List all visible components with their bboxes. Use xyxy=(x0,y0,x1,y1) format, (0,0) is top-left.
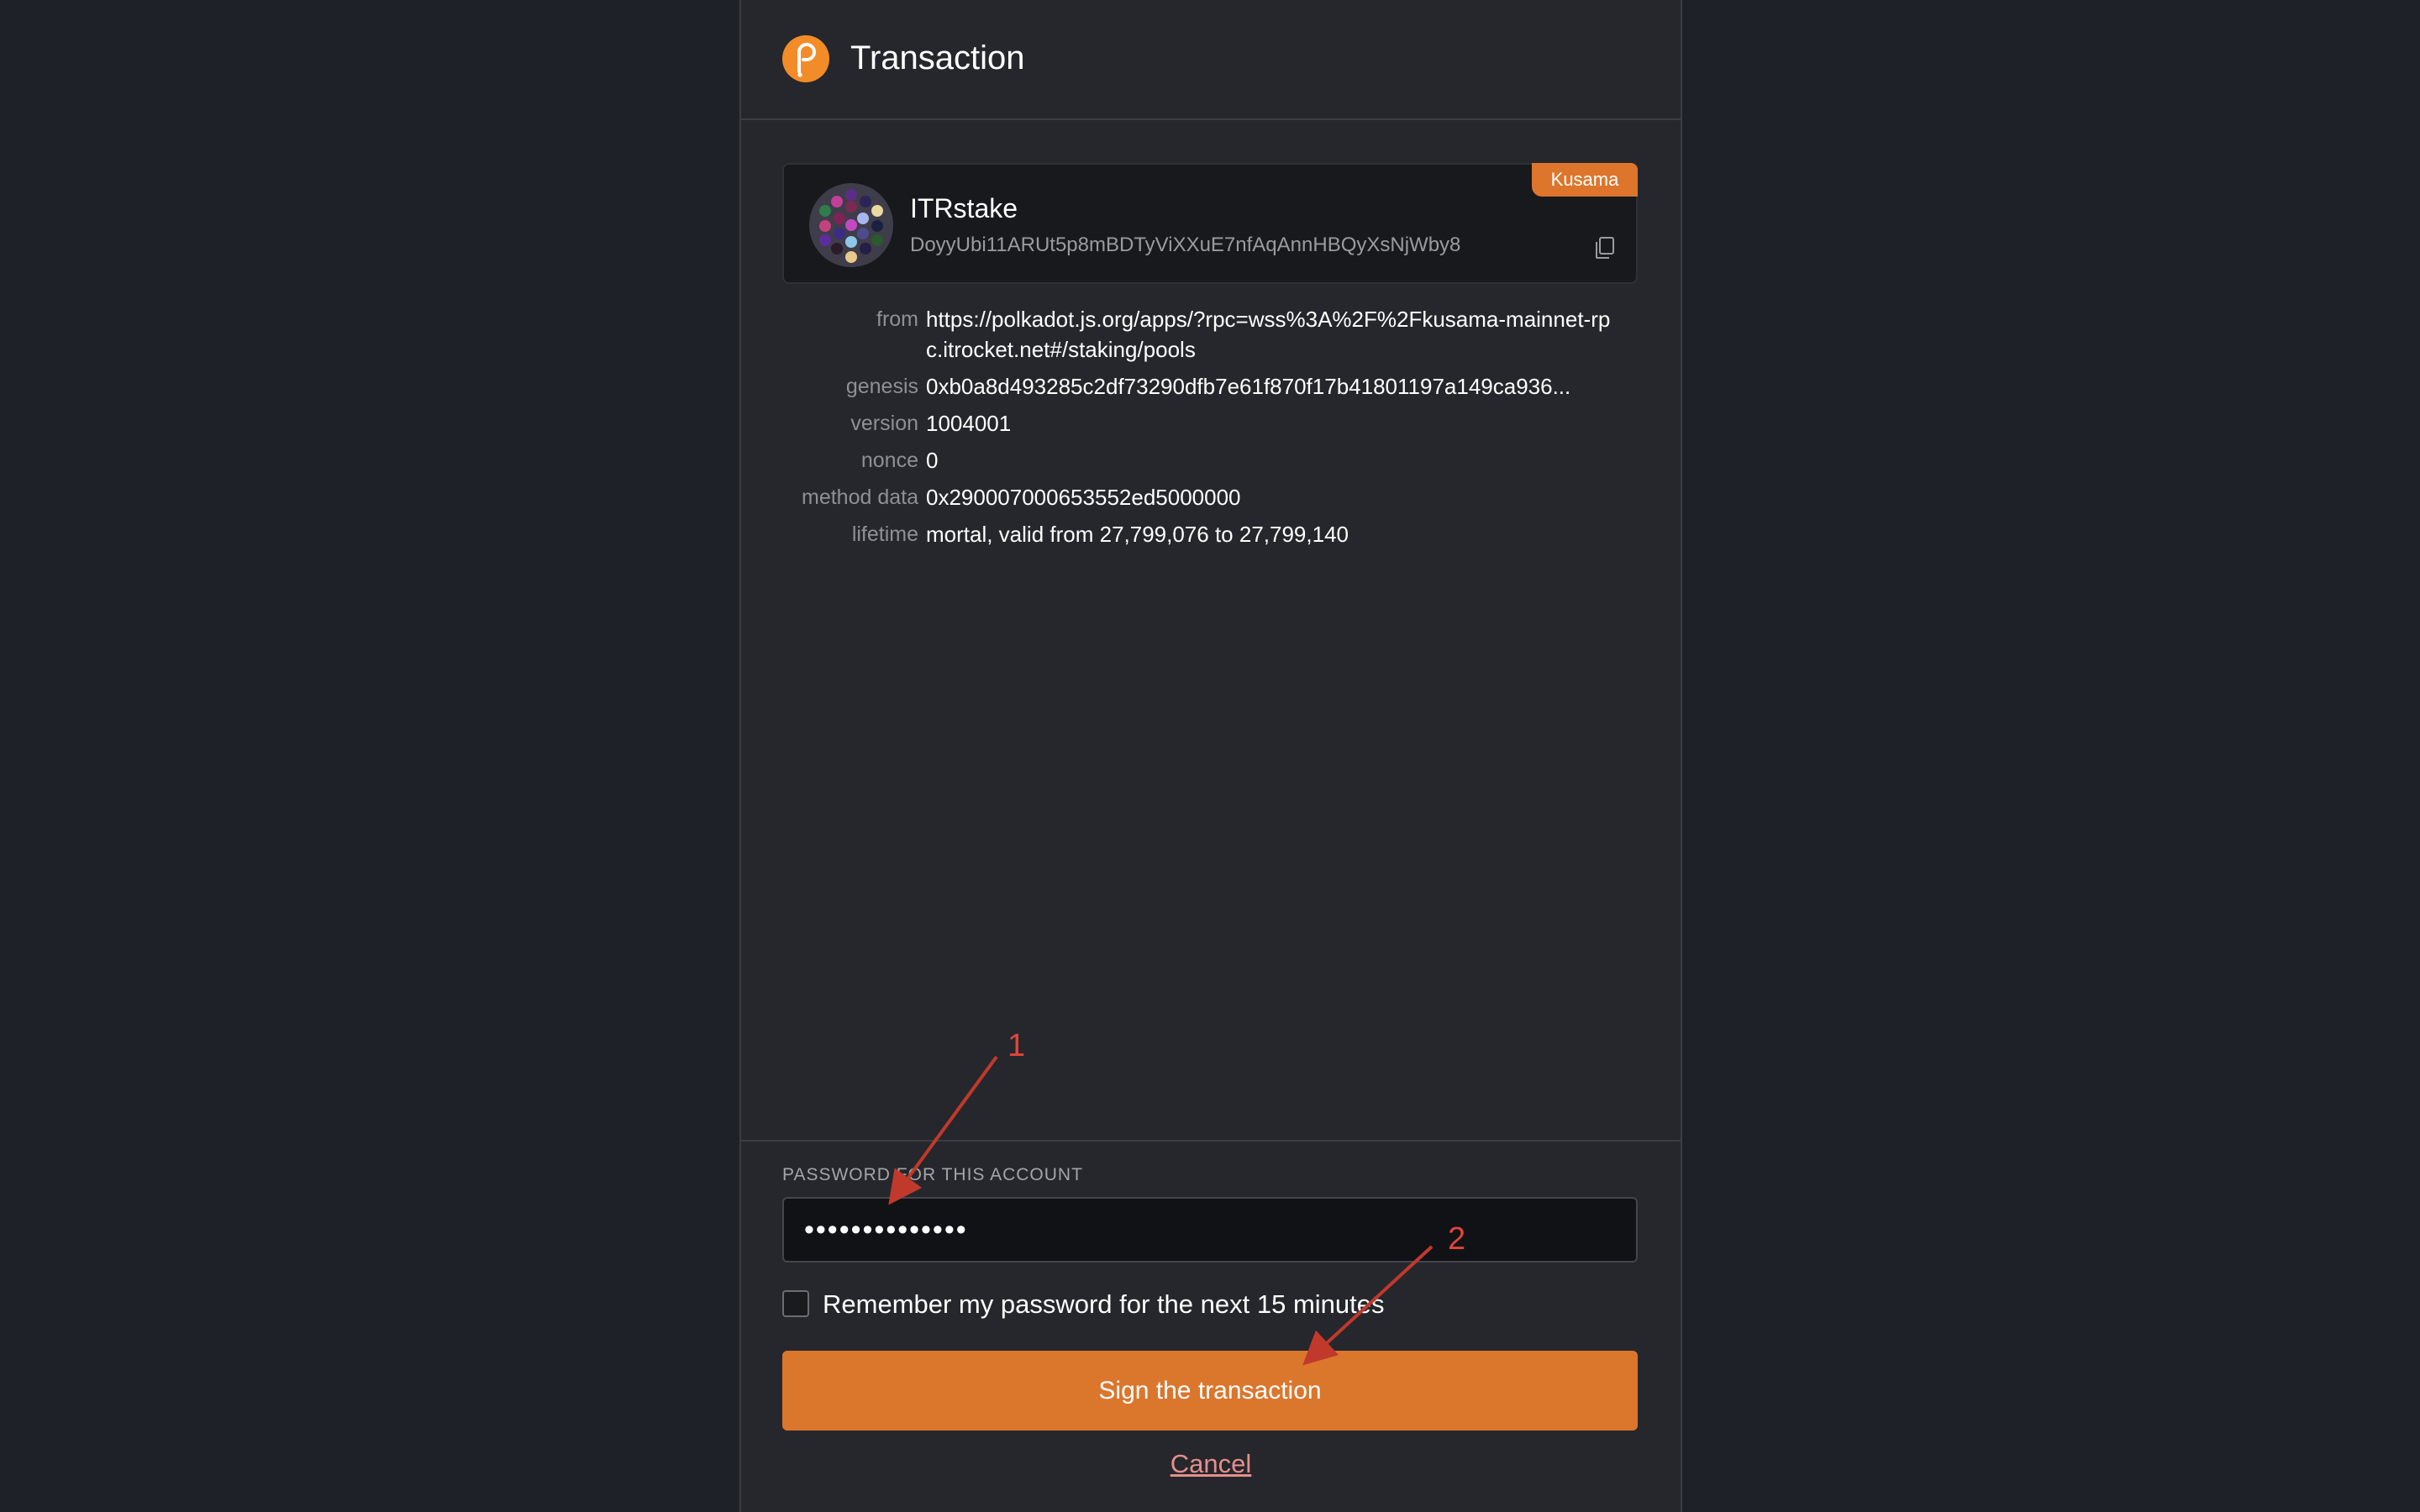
detail-label: from xyxy=(876,307,918,331)
detail-label: nonce xyxy=(860,449,918,472)
remember-label[interactable]: Remember my password for the next 15 min… xyxy=(823,1289,1385,1320)
detail-value: 0xb0a8d493285c2df73290dfb7e61f870f17b418… xyxy=(926,374,1571,399)
cancel-link[interactable]: Cancel xyxy=(741,1449,1681,1479)
copy-icon[interactable] xyxy=(1592,235,1618,260)
detail-value: https://polkadot.js.org/apps/?rpc=wss%3A… xyxy=(926,307,1611,362)
detail-value: 0 xyxy=(926,448,939,473)
detail-label: version xyxy=(850,412,918,435)
sign-transaction-button[interactable]: Sign the transaction xyxy=(782,1351,1638,1431)
detail-label: genesis xyxy=(845,375,918,398)
polkadot-logo-icon xyxy=(782,35,829,82)
password-label: PASSWORD FOR THIS ACCOUNT xyxy=(782,1165,1083,1184)
detail-value: mortal, valid from 27,799,076 to 27,799,… xyxy=(926,522,1349,547)
remember-checkbox[interactable] xyxy=(782,1290,809,1317)
sign-footer: PASSWORD FOR THIS ACCOUNT Remember my pa… xyxy=(741,1140,1681,1512)
account-address: DoyyUbi11ARUt5p8mBDTyViXXuE7nfAqAnnHBQyX… xyxy=(910,234,1461,256)
annotation-number-1: 1 xyxy=(1007,1028,1026,1063)
password-input[interactable] xyxy=(782,1197,1638,1263)
annotation-number-2: 2 xyxy=(1448,1221,1466,1257)
detail-value: 1004001 xyxy=(926,411,1012,436)
network-badge: Kusama xyxy=(1532,163,1638,197)
transaction-panel: Transaction Kusama ITRstake DoyyUbi11ARU… xyxy=(739,0,1682,1512)
account-card: Kusama ITRstake DoyyUbi11ARUt5p8mBDTyViX… xyxy=(782,163,1638,284)
header: Transaction xyxy=(741,0,1681,120)
detail-label: lifetime xyxy=(851,522,918,546)
page-title: Transaction xyxy=(850,39,1025,76)
detail-label: method data xyxy=(802,486,918,509)
detail-value: 0x290007000653552ed5000000 xyxy=(926,485,1241,510)
account-name: ITRstake xyxy=(910,193,1018,223)
identicon-avatar[interactable] xyxy=(809,183,893,267)
